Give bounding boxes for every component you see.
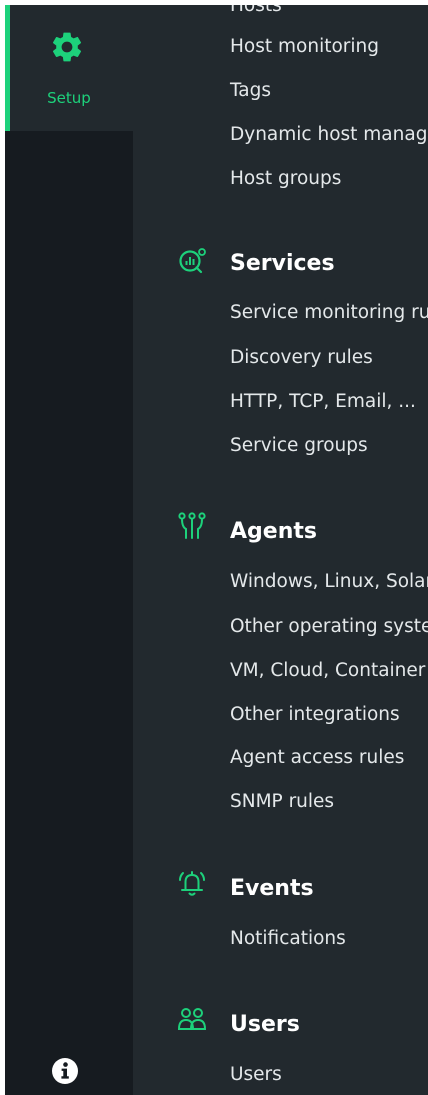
active-indicator: [5, 5, 10, 131]
main-sidebar: Setup: [5, 5, 133, 1095]
users-section-title: Users: [230, 1012, 300, 1037]
menu-link-snmp-rules[interactable]: SNMP rules: [230, 790, 334, 814]
menu-link-windows-linux[interactable]: Windows, Linux, Solaris, AIX: [230, 570, 428, 594]
menu-link-host-monitoring[interactable]: Host monitoring: [230, 35, 379, 59]
bell-icon: [179, 871, 205, 896]
menu-link-service-monitoring-rules[interactable]: Service monitoring rules: [230, 301, 428, 325]
menu-link-discovery-rules[interactable]: Discovery rules: [230, 346, 373, 370]
menu-link-other-integrations[interactable]: Other integrations: [230, 703, 400, 727]
agents-section-title: Agents: [230, 519, 317, 544]
menu-link-service-groups[interactable]: Service groups: [230, 434, 368, 458]
users-icon: [177, 1008, 207, 1030]
agents-icon: [178, 512, 206, 539]
app-frame: Setup Hosts Host monitoring Tags Dynamic…: [5, 5, 428, 1095]
menu-link-host-groups[interactable]: Host groups: [230, 167, 341, 191]
gear-icon: [52, 32, 82, 62]
services-section-title: Services: [230, 251, 335, 276]
menu-link-users[interactable]: Users: [230, 1063, 282, 1087]
menu-link-http-tcp-email[interactable]: HTTP, TCP, Email, ...: [230, 390, 416, 414]
menu-link-dynamic-host-management[interactable]: Dynamic host management: [230, 123, 428, 147]
menu-link-other-operating-systems[interactable]: Other operating systems: [230, 615, 428, 639]
setup-menu: Hosts Host monitoring Tags Dynamic host …: [133, 5, 428, 1095]
service-monitor-icon: [179, 248, 206, 274]
hosts-section-title: Hosts: [230, 5, 282, 16]
nav-label-setup: Setup: [47, 89, 91, 107]
menu-link-notifications[interactable]: Notifications: [230, 927, 346, 951]
menu-link-tags[interactable]: Tags: [230, 79, 271, 103]
menu-link-agent-access-rules[interactable]: Agent access rules: [230, 746, 404, 770]
nav-item-setup[interactable]: Setup: [5, 5, 133, 131]
info-icon[interactable]: [51, 1057, 79, 1085]
events-section-title: Events: [230, 876, 314, 901]
menu-link-vm-cloud-container[interactable]: VM, Cloud, Container: [230, 659, 425, 683]
